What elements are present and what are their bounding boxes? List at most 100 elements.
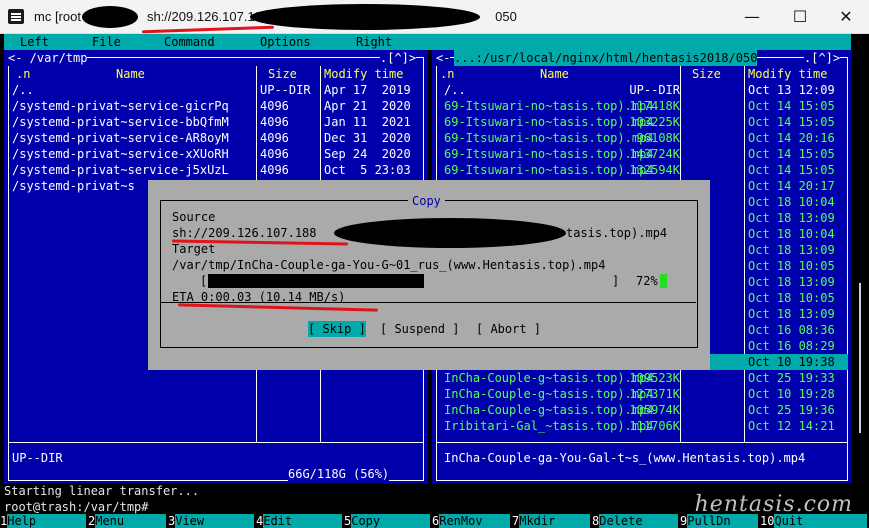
file-date: Oct 25 19:36 — [748, 403, 835, 417]
left-panel-header-controls[interactable]: .[^]> — [380, 50, 417, 66]
menu-command[interactable]: Command — [164, 34, 215, 50]
file-date: Sep 24 2020 — [324, 147, 411, 161]
file-name: 69-Itsuwari-no~tasis.top).mp4 — [444, 131, 654, 145]
source-path: sh://209.126.107.188 — [172, 226, 317, 240]
source-label: Source — [172, 210, 216, 224]
fkey-mkdir[interactable]: 7Mkdir — [512, 514, 591, 528]
fkey-view[interactable]: 3View — [168, 514, 255, 528]
file-date: Oct 18 13:09 — [748, 243, 835, 257]
fkey-number: 8 — [592, 514, 600, 528]
fkey-delete[interactable]: 8Delete — [592, 514, 679, 528]
fkey-label: Edit — [263, 514, 343, 528]
file-name: /systemd-privat~service-j5xUzL — [12, 163, 229, 177]
file-size: 127371K — [629, 387, 680, 401]
file-date: Apr 17 2019 — [324, 83, 411, 97]
menu-right[interactable]: Right — [356, 34, 392, 50]
right-panel-header-left[interactable]: <- — [436, 50, 451, 66]
fkey-label: Mkdir — [519, 514, 591, 528]
redaction-mark — [250, 4, 480, 30]
minimize-icon[interactable]: — — [729, 0, 775, 33]
file-date: Oct 18 13:09 — [748, 307, 835, 321]
file-size: UP--DIR — [260, 83, 311, 97]
file-name: 69-Itsuwari-no~tasis.top).mp4 — [444, 147, 654, 161]
file-date: Oct 25 19:33 — [748, 371, 835, 385]
fkey-edit[interactable]: 4Edit — [256, 514, 343, 528]
fkey-label: Help — [7, 514, 87, 528]
file-date: Oct 5 23:03 — [324, 163, 411, 177]
disk-usage: 66G/118G (56%) — [288, 466, 390, 482]
menu-left[interactable]: Left — [20, 34, 49, 50]
file-name: /systemd-privat~service-bbQfmM — [12, 115, 229, 129]
col-name: Name — [116, 67, 145, 81]
fkey-number: 3 — [168, 514, 176, 528]
file-date: Oct 14 20:17 — [748, 179, 835, 193]
progress-bracket-open: [ — [200, 274, 208, 288]
fkey-copy[interactable]: 5Copy — [344, 514, 431, 528]
progress-bracket-close: ] — [612, 274, 620, 288]
file-size: UP--DIR — [629, 83, 680, 97]
file-name: /systemd-privat~service-AR8oyM — [12, 131, 229, 145]
file-date: Oct 14 15:05 — [748, 163, 835, 177]
file-date: Oct 18 13:09 — [748, 211, 835, 225]
terminal-app-icon — [8, 9, 24, 24]
right-panel-header-controls[interactable]: .[^]> — [804, 50, 841, 66]
fkey-menu[interactable]: 2Menu — [88, 514, 167, 528]
file-date: Oct 16 08:29 — [748, 339, 835, 353]
file-name: InCha-Couple-g~tasis.top).mp4 — [444, 371, 654, 385]
target-path: /var/tmp/InCha-Couple-ga-You-G~01_rus_(w… — [172, 258, 606, 272]
suspend-button[interactable]: [ Suspend ] — [380, 321, 459, 337]
file-size: 109523K — [629, 371, 680, 385]
copy-dialog[interactable]: Copy Source sh://209.126.107.188 tasis.t… — [148, 180, 710, 370]
file-date: Oct 18 10:04 — [748, 227, 835, 241]
progress-percent: 72% — [636, 274, 658, 288]
target-label: Target — [172, 242, 216, 256]
file-date: Oct 13 12:09 — [748, 83, 835, 97]
menu-options[interactable]: Options — [260, 34, 311, 50]
window-titlebar: mc [root sh://209.126.107.188 050 — ☐ ✕ — [0, 0, 869, 34]
fkey-renmov[interactable]: 6RenMov — [432, 514, 511, 528]
file-size: 143724K — [629, 147, 680, 161]
abort-button[interactable]: [ Abort ] — [476, 321, 541, 337]
file-size: 105974K — [629, 403, 680, 417]
right-panel-header: ...:/usr/local/nginx/html/hentasis2018/0… — [454, 50, 758, 66]
fkey-label: Copy — [351, 514, 431, 528]
close-icon[interactable]: ✕ — [823, 0, 869, 33]
redaction-mark — [82, 6, 138, 28]
fkey-label: Delete — [599, 514, 679, 528]
file-name: Iribitari-Gal_~tasis.top).mp4 — [444, 419, 654, 433]
file-size: 4096 — [260, 147, 289, 161]
menu-file[interactable]: File — [92, 34, 121, 50]
window-scrollbar[interactable] — [859, 283, 861, 433]
col-n: .n — [440, 67, 455, 81]
file-date: Oct 18 10:05 — [748, 291, 835, 305]
console-prompt[interactable]: root@trash:/var/tmp# — [4, 499, 149, 515]
col-modify: Modify time — [324, 67, 404, 81]
watermark: hentasis.com — [694, 492, 853, 517]
file-date: Oct 12 14:21 — [748, 419, 835, 433]
fkey-help[interactable]: 1Help — [0, 514, 87, 528]
mc-menubar: Left File Command Options Right — [4, 34, 851, 50]
file-name: /systemd-privat~service-gicrPq — [12, 99, 229, 113]
fkey-number: 6 — [432, 514, 440, 528]
file-name: 69-Itsuwari-no~tasis.top).mp4 — [444, 115, 654, 129]
fkey-label: RenMov — [439, 514, 511, 528]
file-size: 103225K — [629, 115, 680, 129]
file-size: 111706K — [629, 419, 680, 433]
file-name: /.. — [444, 83, 466, 97]
file-name: 69-Itsuwari-no~tasis.top).mp4 — [444, 163, 654, 177]
file-date: Apr 21 2020 — [324, 99, 411, 113]
left-mini-status: UP--DIR — [12, 451, 63, 465]
file-date: Jan 11 2021 — [324, 115, 411, 129]
console-output: Starting linear transfer... — [4, 484, 200, 498]
col-n: .n — [16, 67, 31, 81]
file-date: Oct 16 08:36 — [748, 323, 835, 337]
file-size: 4096 — [260, 99, 289, 113]
maximize-icon[interactable]: ☐ — [777, 0, 823, 33]
source-path-tail: tasis.top).mp4 — [566, 226, 668, 240]
skip-button[interactable]: [ Skip ] — [308, 321, 366, 337]
file-name: /.. — [12, 83, 34, 97]
file-size: 4096 — [260, 163, 289, 177]
fkey-number: 2 — [88, 514, 96, 528]
left-panel-header: <- /var/tmp — [8, 50, 88, 66]
progress-bar — [208, 274, 608, 288]
